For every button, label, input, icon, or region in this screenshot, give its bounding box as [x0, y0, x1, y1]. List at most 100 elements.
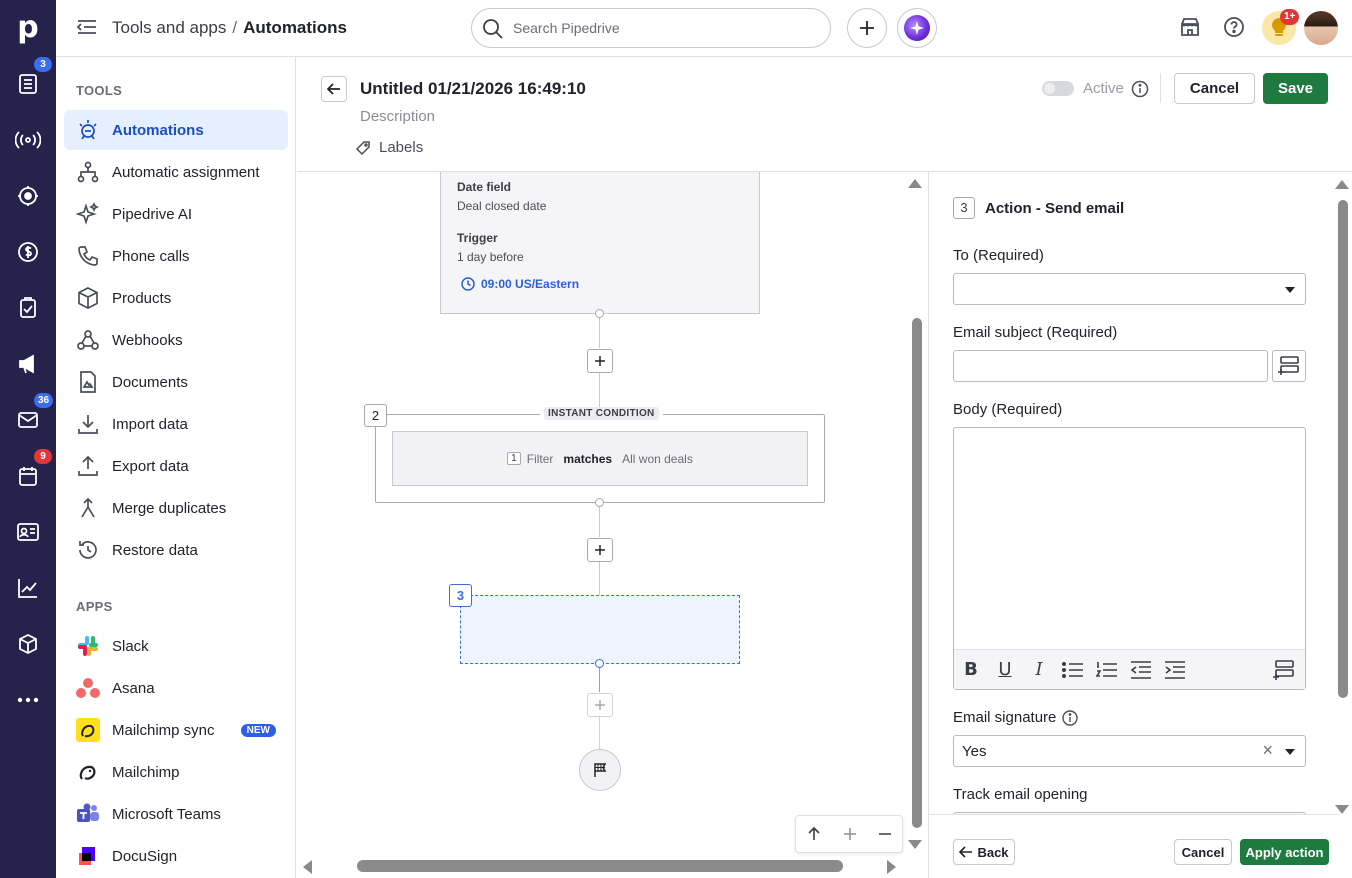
- automation-title[interactable]: Untitled 01/21/2026 16:49:10: [360, 79, 586, 99]
- back-arrow-button[interactable]: [321, 76, 347, 102]
- clear-icon[interactable]: ×: [1262, 740, 1273, 761]
- sidebar-item-pipedrive-ai[interactable]: Pipedrive AI: [64, 194, 288, 234]
- sidebar-item-asana[interactable]: Asana: [64, 668, 288, 708]
- mailchimp-logo-icon: [64, 718, 112, 742]
- sidebar-item-products[interactable]: Products: [64, 278, 288, 318]
- active-label: Active: [1083, 80, 1124, 97]
- document-icon: [64, 370, 112, 394]
- insert-field-button[interactable]: [1272, 350, 1306, 382]
- sidebar-item-label: Microsoft Teams: [112, 805, 221, 823]
- broadcast-icon[interactable]: [8, 120, 48, 160]
- zoom-out-icon[interactable]: [878, 828, 891, 840]
- sidebar-item-webhooks[interactable]: Webhooks: [64, 320, 288, 360]
- sidebar-item-automatic-assignment[interactable]: Automatic assignment: [64, 152, 288, 192]
- activities-clipboard-icon[interactable]: [8, 288, 48, 328]
- action-step-number: 3: [449, 584, 472, 607]
- sidebar-item-merge-duplicates[interactable]: Merge duplicates: [64, 488, 288, 528]
- scroll-up-arrow[interactable]: [908, 179, 922, 188]
- search-icon: [482, 18, 504, 40]
- sidebar-item-automations[interactable]: Automations: [64, 110, 288, 150]
- breadcrumb-current: Automations: [243, 18, 347, 37]
- sidebar-item-mailchimp[interactable]: Mailchimp: [64, 752, 288, 792]
- breadcrumb-separator: /: [232, 18, 238, 37]
- leads-badge: 3: [34, 57, 52, 72]
- scroll-left-arrow[interactable]: [303, 860, 312, 874]
- workflow-canvas[interactable]: Date field Deal closed date Trigger 1 da…: [297, 172, 927, 878]
- contacts-card-icon[interactable]: [8, 512, 48, 552]
- signature-select[interactable]: Yes ×: [953, 735, 1306, 767]
- info-icon[interactable]: [1062, 709, 1079, 726]
- back-button[interactable]: Back: [953, 839, 1015, 865]
- indent-icon[interactable]: [1158, 660, 1192, 679]
- sidebar-item-import-data[interactable]: Import data: [64, 404, 288, 444]
- panel-scroll-down-arrow[interactable]: [1335, 805, 1349, 814]
- deals-dollar-icon[interactable]: [8, 232, 48, 272]
- to-select[interactable]: [953, 273, 1306, 305]
- panel-cancel-button[interactable]: Cancel: [1174, 839, 1232, 865]
- marketplace-icon[interactable]: [1179, 16, 1201, 38]
- canvas-vertical-scrollbar[interactable]: [912, 318, 922, 828]
- underline-button[interactable]: U: [988, 659, 1022, 680]
- collapse-menu-icon[interactable]: [76, 17, 98, 37]
- bold-button[interactable]: B: [954, 659, 988, 680]
- breadcrumb-parent[interactable]: Tools and apps: [112, 18, 226, 37]
- sidebar-item-label: Slack: [112, 637, 149, 655]
- trigger-node[interactable]: Date field Deal closed date Trigger 1 da…: [440, 172, 760, 314]
- body-editor[interactable]: B U I: [953, 427, 1306, 690]
- scroll-down-arrow[interactable]: [908, 840, 922, 849]
- ai-assistant-button[interactable]: [897, 8, 937, 48]
- bullet-list-icon[interactable]: [1056, 661, 1090, 679]
- add-step-button-disabled[interactable]: [587, 693, 613, 717]
- add-step-button[interactable]: [587, 349, 613, 373]
- signature-label-text: Email signature: [953, 709, 1057, 726]
- sidebar-item-export-data[interactable]: Export data: [64, 446, 288, 486]
- canvas-horizontal-scrollbar[interactable]: [357, 860, 843, 872]
- assignment-tree-icon: [64, 160, 112, 184]
- add-step-button[interactable]: [587, 538, 613, 562]
- insights-chart-icon[interactable]: [8, 568, 48, 608]
- apply-action-button[interactable]: Apply action: [1240, 839, 1329, 865]
- numbered-list-icon[interactable]: [1090, 661, 1124, 679]
- ai-sparkle-icon: [904, 15, 930, 41]
- zoom-in-icon[interactable]: [843, 828, 856, 840]
- italic-button[interactable]: I: [1022, 659, 1056, 680]
- panel-scroll-up-arrow[interactable]: [1335, 180, 1349, 189]
- more-dots-icon[interactable]: [8, 680, 48, 720]
- sidebar-item-restore-data[interactable]: Restore data: [64, 530, 288, 570]
- sidebar-item-docusign[interactable]: DocuSign: [64, 836, 288, 876]
- instant-condition-text: INSTANT CONDITION: [544, 407, 659, 420]
- products-box-icon[interactable]: [8, 624, 48, 664]
- target-icon[interactable]: [8, 176, 48, 216]
- sidebar-item-microsoft-teams[interactable]: Microsoft Teams: [64, 794, 288, 834]
- campaigns-megaphone-icon[interactable]: [8, 344, 48, 384]
- search-input[interactable]: Search Pipedrive: [471, 8, 831, 48]
- active-toggle[interactable]: [1042, 81, 1074, 96]
- panel-scrollbar[interactable]: [1338, 200, 1348, 698]
- tag-icon: [355, 140, 371, 156]
- scroll-right-arrow[interactable]: [887, 860, 896, 874]
- finish-flag-icon: [579, 749, 621, 791]
- description-field[interactable]: Description: [360, 108, 435, 125]
- sidebar-item-mailchimp-sync[interactable]: Mailchimp sync NEW: [64, 710, 288, 750]
- fit-up-arrow-icon[interactable]: [807, 827, 821, 841]
- pipedrive-logo[interactable]: p: [14, 12, 42, 44]
- sidebar-item-label: Automatic assignment: [112, 163, 260, 181]
- sidebar-item-phone-calls[interactable]: Phone calls: [64, 236, 288, 276]
- cancel-button[interactable]: Cancel: [1174, 73, 1255, 104]
- box-icon: [64, 286, 112, 310]
- user-avatar[interactable]: [1304, 11, 1338, 45]
- outdent-icon[interactable]: [1124, 660, 1158, 679]
- subject-input[interactable]: [953, 350, 1268, 382]
- save-button[interactable]: Save: [1263, 73, 1328, 104]
- quick-add-button[interactable]: [847, 8, 887, 48]
- sidebar-item-slack[interactable]: Slack: [64, 626, 288, 666]
- trigger-time-text: 09:00 US/Eastern: [481, 277, 580, 291]
- sidebar-item-documents[interactable]: Documents: [64, 362, 288, 402]
- action-node-placeholder[interactable]: [460, 595, 740, 664]
- labels-button[interactable]: Labels: [355, 139, 423, 156]
- condition-filter[interactable]: 1 Filter matches All won deals: [392, 431, 808, 486]
- help-icon[interactable]: [1223, 16, 1245, 38]
- info-icon[interactable]: [1131, 80, 1149, 98]
- filter-word: Filter: [526, 451, 554, 466]
- insert-field-icon[interactable]: [1267, 659, 1301, 680]
